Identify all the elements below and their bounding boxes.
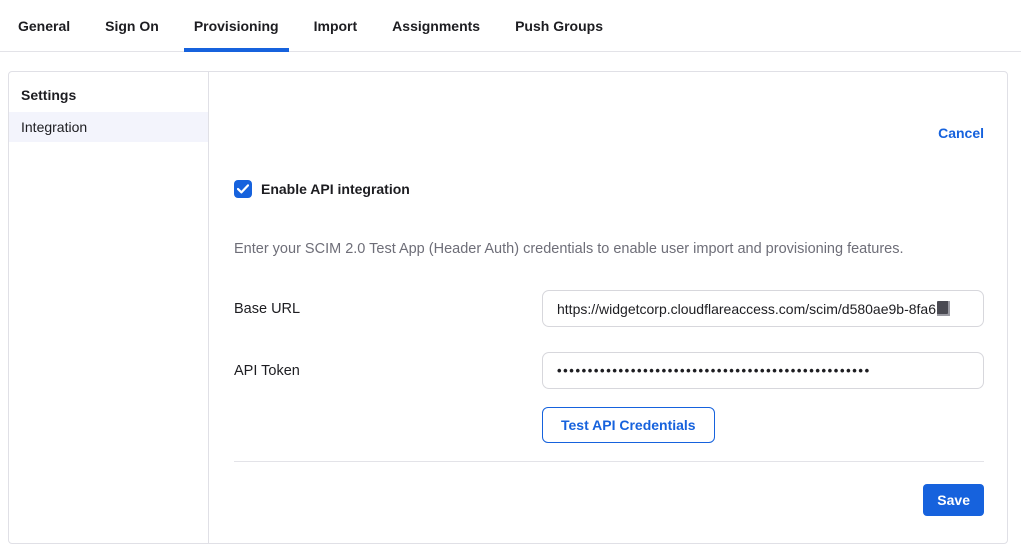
enable-api-label: Enable API integration bbox=[261, 181, 410, 197]
input-overflow-selection bbox=[937, 301, 950, 316]
test-credentials-row: Test API Credentials bbox=[234, 407, 984, 443]
provisioning-panel: Settings Integration Cancel Enable API i… bbox=[8, 71, 1008, 544]
tab-import[interactable]: Import bbox=[304, 0, 368, 51]
cancel-link[interactable]: Cancel bbox=[938, 125, 984, 141]
app-tabbar: General Sign On Provisioning Import Assi… bbox=[0, 0, 1021, 52]
base-url-label: Base URL bbox=[234, 301, 542, 317]
base-url-input[interactable]: https://widgetcorp.cloudflareaccess.com/… bbox=[542, 290, 984, 327]
footer-divider bbox=[234, 461, 984, 462]
credentials-description: Enter your SCIM 2.0 Test App (Header Aut… bbox=[234, 241, 984, 257]
save-button[interactable]: Save bbox=[923, 484, 984, 516]
sidebar-heading: Settings bbox=[9, 72, 208, 112]
base-url-value: https://widgetcorp.cloudflareaccess.com/… bbox=[557, 301, 936, 317]
api-token-label: API Token bbox=[234, 363, 542, 379]
tab-assignments[interactable]: Assignments bbox=[382, 0, 490, 51]
integration-content: Cancel Enable API integration Enter your… bbox=[209, 72, 1009, 543]
base-url-row: Base URL https://widgetcorp.cloudflareac… bbox=[234, 290, 984, 327]
sidebar-item-integration[interactable]: Integration bbox=[9, 112, 208, 142]
save-row: Save bbox=[234, 484, 984, 516]
tab-general[interactable]: General bbox=[8, 0, 80, 51]
tab-sign-on[interactable]: Sign On bbox=[95, 0, 169, 51]
test-api-credentials-button[interactable]: Test API Credentials bbox=[542, 407, 715, 443]
api-token-row: API Token ••••••••••••••••••••••••••••••… bbox=[234, 352, 984, 389]
checkmark-icon bbox=[237, 184, 249, 194]
tab-push-groups[interactable]: Push Groups bbox=[505, 0, 613, 51]
cancel-row: Cancel bbox=[234, 125, 984, 143]
enable-api-row: Enable API integration bbox=[234, 180, 984, 198]
button-indent-spacer bbox=[234, 407, 542, 443]
settings-sidebar: Settings Integration bbox=[9, 72, 209, 543]
tab-provisioning[interactable]: Provisioning bbox=[184, 0, 289, 51]
api-token-masked-value: ••••••••••••••••••••••••••••••••••••••••… bbox=[557, 363, 871, 378]
enable-api-checkbox[interactable] bbox=[234, 180, 252, 198]
api-token-input[interactable]: ••••••••••••••••••••••••••••••••••••••••… bbox=[542, 352, 984, 389]
